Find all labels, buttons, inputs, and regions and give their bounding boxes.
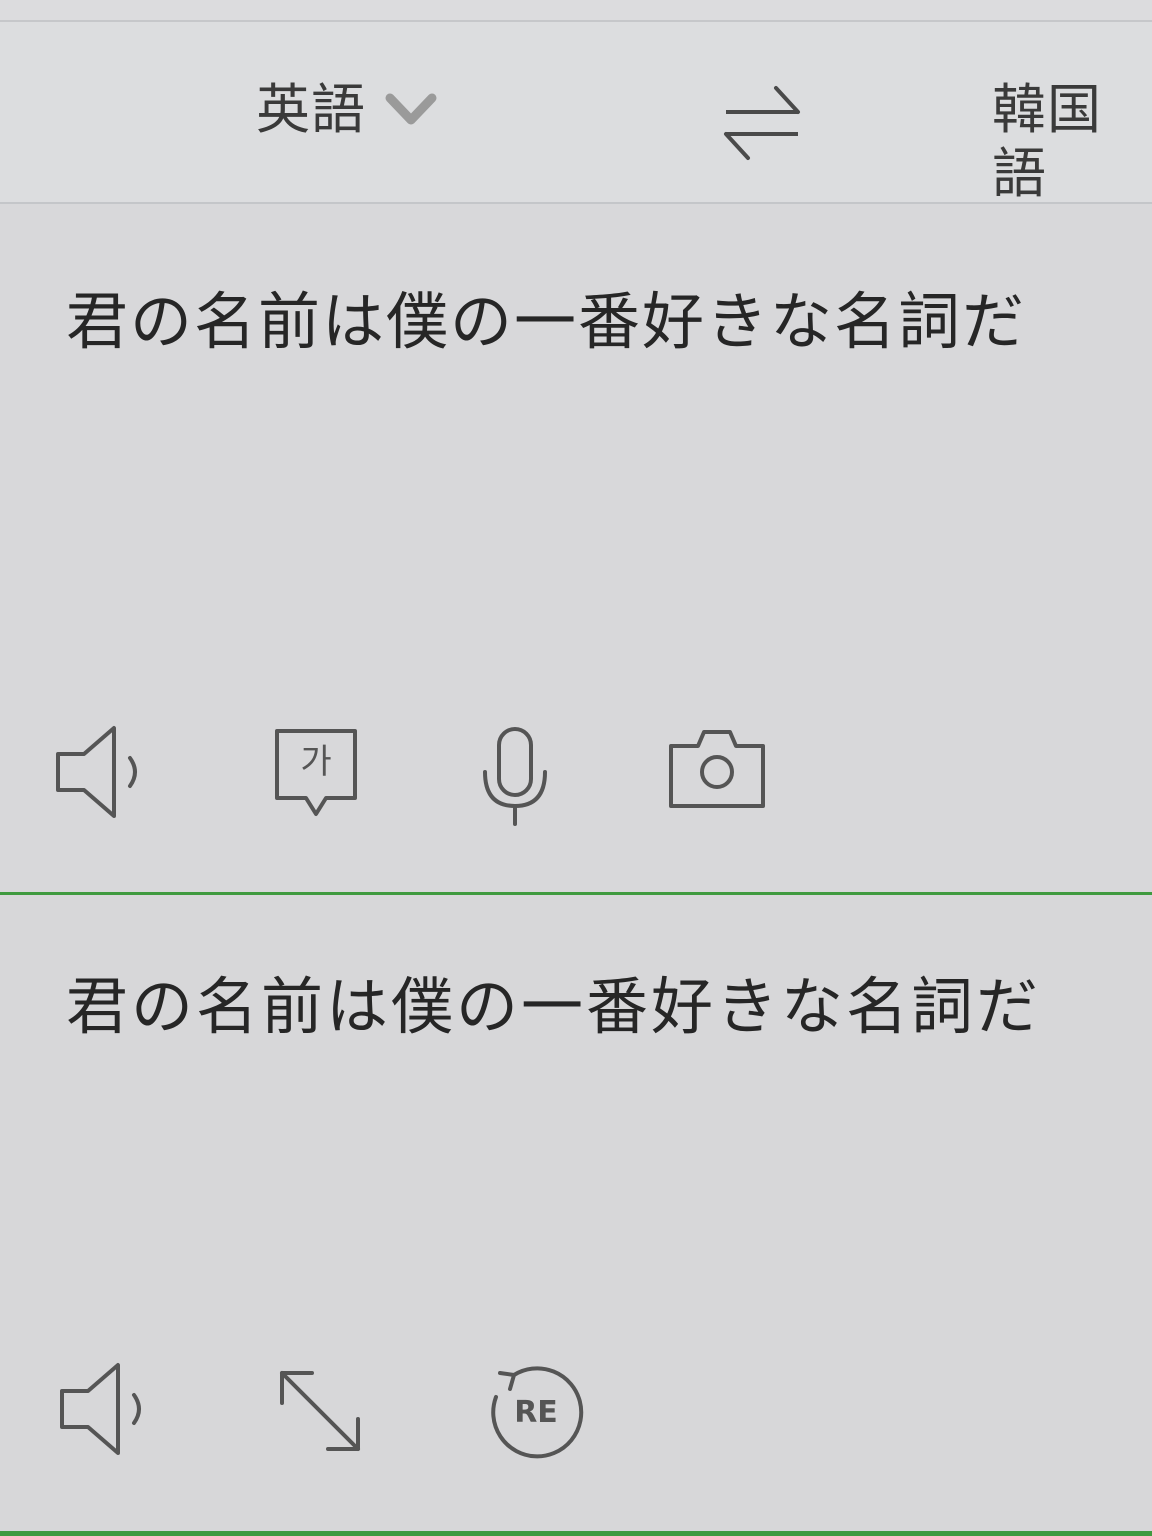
input-speaker-button[interactable] [54, 724, 154, 820]
source-language-selector[interactable]: 英語 [256, 78, 438, 142]
retranslate-button[interactable]: RE [486, 1363, 586, 1463]
hangul-input-button[interactable]: 가 [274, 728, 358, 820]
target-language-selector[interactable]: 韓国語 [992, 78, 1152, 205]
camera-button[interactable] [668, 728, 766, 810]
microphone-button[interactable] [480, 726, 550, 826]
translation-result-text: 君の名前は僕の一番好きな名詞だ [66, 970, 1042, 1043]
output-panel: 君の名前は僕の一番好きな名詞だ RE [0, 895, 1152, 1531]
speaker-icon [56, 726, 137, 818]
hangul-glyph: 가 [300, 742, 332, 782]
retranslate-glyph: RE [514, 1395, 558, 1430]
microphone-icon [483, 727, 547, 826]
swap-arrows-icon [724, 86, 800, 160]
top-strip [0, 0, 1152, 22]
source-text[interactable]: 君の名前は僕の一番好きな名詞だ [66, 282, 1026, 362]
bottom-accent-line [0, 1531, 1152, 1536]
speaker-icon [60, 1363, 141, 1455]
source-language-label: 英語 [256, 78, 366, 141]
output-speaker-button[interactable] [58, 1361, 158, 1457]
language-bar: 英語 韓国語 [0, 22, 1152, 205]
target-language-label: 韓国語 [992, 78, 1102, 205]
expand-icon [280, 1371, 360, 1451]
expand-button[interactable] [274, 1365, 366, 1457]
swap-languages-button[interactable] [720, 78, 804, 168]
camera-icon [669, 730, 765, 808]
input-panel[interactable]: 君の名前は僕の一番好きな名詞だ 가 [0, 204, 1152, 892]
chevron-down-icon [384, 90, 438, 130]
